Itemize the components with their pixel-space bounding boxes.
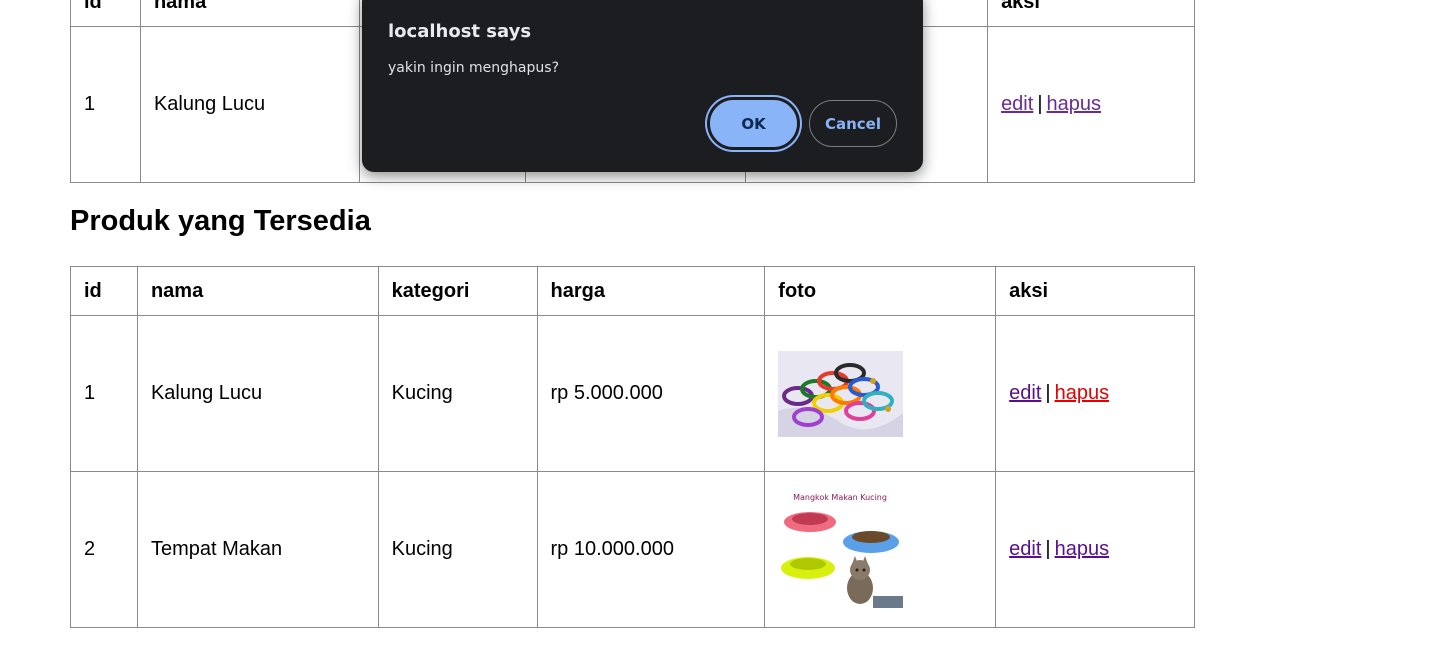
cell-id: 1 bbox=[70, 26, 141, 183]
header-aksi: aksi bbox=[995, 266, 1195, 316]
section-title: Produk yang Tersedia bbox=[70, 205, 371, 237]
header-aksi: aksi bbox=[987, 0, 1195, 27]
edit-link[interactable]: edit bbox=[1001, 93, 1033, 115]
edit-link[interactable]: edit bbox=[1009, 538, 1041, 560]
cell-foto bbox=[764, 315, 997, 472]
header-harga: harga bbox=[536, 266, 766, 316]
cell-nama: Kalung Lucu bbox=[136, 315, 379, 472]
cell-aksi: edit | hapus bbox=[995, 315, 1195, 472]
header-kategori: kategori bbox=[377, 266, 538, 316]
cell-harga: rp 5.000.000 bbox=[536, 315, 766, 472]
table-row: 1 Kalung Lucu Kucing rp 5.000.000 edit |… bbox=[70, 315, 1195, 472]
cell-nama: Kalung Lucu bbox=[139, 26, 360, 183]
cell-nama: Tempat Makan bbox=[136, 471, 379, 628]
delete-link[interactable]: hapus bbox=[1055, 382, 1110, 404]
collar-product-photo bbox=[778, 350, 904, 437]
cell-harga: rp 10.000.000 bbox=[536, 471, 766, 628]
products-table: id nama kategori harga foto aksi 1 Kalun… bbox=[70, 266, 1195, 628]
delete-link[interactable]: hapus bbox=[1047, 93, 1102, 115]
confirm-dialog: localhost says yakin ingin menghapus? OK… bbox=[362, 0, 923, 172]
header-id: id bbox=[70, 0, 141, 27]
cell-aksi: edit | hapus bbox=[995, 471, 1195, 628]
header-id: id bbox=[70, 266, 138, 316]
edit-link[interactable]: edit bbox=[1009, 382, 1041, 404]
link-separator: | bbox=[1045, 382, 1051, 404]
table-header-row: id nama kategori harga foto aksi bbox=[70, 266, 1195, 316]
dialog-message: yakin ingin menghapus? bbox=[388, 60, 559, 76]
cell-id: 1 bbox=[70, 315, 138, 472]
link-separator: | bbox=[1037, 93, 1043, 115]
bowl-product-photo: Mangkok Makan Kucing bbox=[778, 487, 904, 612]
cell-kategori: Kucing bbox=[377, 471, 538, 628]
delete-link[interactable]: hapus bbox=[1055, 538, 1110, 560]
dialog-title: localhost says bbox=[388, 21, 532, 42]
cell-id: 2 bbox=[70, 471, 138, 628]
cancel-button[interactable]: Cancel bbox=[809, 100, 897, 147]
cell-kategori: Kucing bbox=[377, 315, 538, 472]
ok-button[interactable]: OK bbox=[707, 97, 800, 150]
cell-aksi: edit | hapus bbox=[987, 26, 1195, 183]
table-row: 2 Tempat Makan Kucing rp 10.000.000 Mang… bbox=[70, 471, 1195, 628]
header-nama: nama bbox=[136, 266, 379, 316]
header-nama: nama bbox=[139, 0, 360, 27]
cell-foto: Mangkok Makan Kucing bbox=[764, 471, 997, 628]
link-separator: | bbox=[1045, 538, 1051, 560]
header-foto: foto bbox=[764, 266, 997, 316]
photo-caption: Mangkok Makan Kucing bbox=[793, 493, 887, 502]
